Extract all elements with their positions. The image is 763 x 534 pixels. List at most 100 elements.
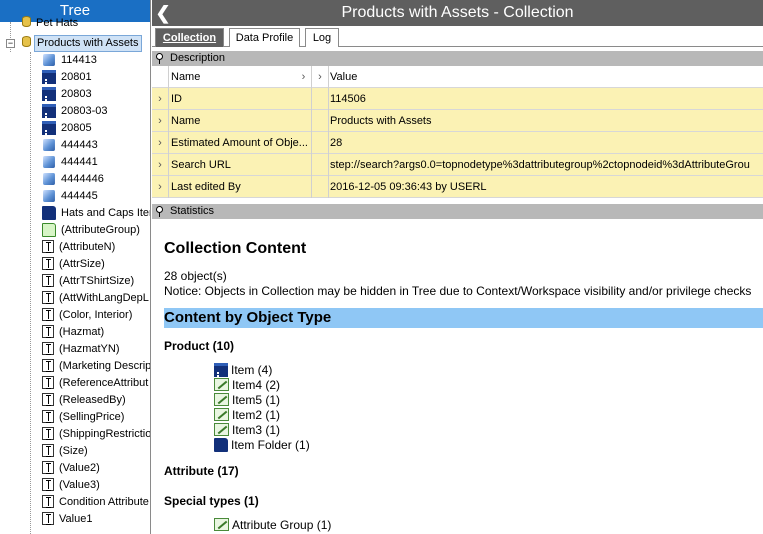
tree-item[interactable]: (AttrTShirtSize) bbox=[42, 273, 136, 290]
product-type-item[interactable]: Item5 (1) bbox=[214, 393, 280, 408]
cube-icon bbox=[43, 156, 55, 168]
table-row[interactable]: › Estimated Amount of Obje... 28 bbox=[152, 132, 763, 154]
tree-item[interactable]: (AttributeGroup) bbox=[42, 222, 142, 239]
row-expander-icon[interactable]: › bbox=[152, 88, 169, 110]
tree-item-label: Products with Assets bbox=[34, 35, 142, 52]
tree-item-label: (Marketing Descrip bbox=[59, 360, 151, 372]
tree-item[interactable]: 20803 bbox=[42, 86, 94, 103]
attribute-icon bbox=[42, 393, 54, 406]
tree-item-products-with-assets[interactable]: Products with Assets bbox=[22, 35, 142, 52]
back-button[interactable]: ❮ bbox=[152, 0, 174, 26]
tree-item[interactable]: (Size) bbox=[42, 443, 90, 460]
tree-item[interactable]: (Value2) bbox=[42, 460, 102, 477]
tree-item-pet-hats[interactable]: Pet Hats bbox=[22, 15, 80, 32]
tree-item[interactable]: (AttrSize) bbox=[42, 256, 107, 273]
tree-item[interactable]: Condition Attribute bbox=[42, 494, 150, 511]
tree-item-label: Condition Attribute bbox=[59, 496, 149, 508]
tree-item-label: 20803-03 bbox=[61, 105, 108, 117]
tree-item-label: Value1 bbox=[59, 513, 93, 525]
tree-item[interactable]: 20801 bbox=[42, 69, 94, 86]
tree-item[interactable]: 444441 bbox=[42, 154, 100, 171]
tree-item[interactable]: (AttributeN) bbox=[42, 239, 117, 256]
pin-icon[interactable] bbox=[156, 53, 163, 64]
cube-icon bbox=[43, 173, 55, 185]
tree-item-label: (Color, Interior) bbox=[59, 309, 133, 321]
column-header-name[interactable]: Name bbox=[169, 66, 312, 88]
tree-item[interactable]: (SellingPrice) bbox=[42, 409, 126, 426]
cell-spacer bbox=[312, 110, 329, 132]
tree-item[interactable]: 20803-03 bbox=[42, 103, 110, 120]
folder-open-icon bbox=[42, 223, 56, 237]
table-row[interactable]: › ID 114506 bbox=[152, 88, 763, 110]
cell-spacer bbox=[312, 88, 329, 110]
row-expander-icon[interactable]: › bbox=[152, 154, 169, 176]
tree-item[interactable]: 444445 bbox=[42, 188, 100, 205]
tree-item[interactable]: (ShippingRestrictio bbox=[42, 426, 151, 443]
product-type-item[interactable]: Item4 (2) bbox=[214, 378, 280, 393]
product-type-item[interactable]: Item3 (1) bbox=[214, 423, 280, 438]
cell-spacer bbox=[312, 132, 329, 154]
column-sort-icon[interactable]: › bbox=[295, 66, 312, 88]
tree-item-label: Hats and Caps Iter bbox=[61, 207, 151, 219]
attribute-icon bbox=[42, 274, 54, 287]
folder-icon bbox=[42, 206, 56, 220]
tree-item-label: (HazmatYN) bbox=[59, 343, 120, 355]
table-row[interactable]: › Name Products with Assets bbox=[152, 110, 763, 132]
tree-item[interactable]: (ReferenceAttribut bbox=[42, 375, 150, 392]
row-expander-icon[interactable]: › bbox=[152, 132, 169, 154]
edit-icon bbox=[214, 393, 229, 406]
tree-expander-minus[interactable]: − bbox=[6, 39, 15, 48]
tree-item[interactable]: (ReleasedBy) bbox=[42, 392, 128, 409]
tree-item[interactable]: (AttWithLangDepL bbox=[42, 290, 150, 307]
tab-collection[interactable]: Collection bbox=[155, 28, 224, 47]
tree-item-label: (ShippingRestrictio bbox=[59, 428, 151, 440]
item-icon bbox=[42, 70, 56, 84]
table-row[interactable]: › Last edited By 2016-12-05 09:36:43 by … bbox=[152, 176, 763, 198]
cell-value[interactable]: 28 bbox=[329, 132, 763, 154]
cell-value[interactable]: step://search?args0.0=topnodetype%3dattr… bbox=[329, 154, 763, 176]
special-type-label: Attribute Group (1) bbox=[232, 518, 332, 532]
attribute-icon bbox=[42, 410, 54, 423]
cell-name: Name bbox=[169, 110, 312, 132]
cell-spacer bbox=[312, 154, 329, 176]
tab-data-profile[interactable]: Data Profile bbox=[229, 28, 300, 47]
product-type-item[interactable]: Item Folder (1) bbox=[214, 438, 310, 453]
cell-name: Estimated Amount of Obje... bbox=[169, 132, 312, 154]
attribute-icon bbox=[42, 359, 54, 372]
tree-item[interactable]: (Color, Interior) bbox=[42, 307, 134, 324]
column-header-value[interactable]: Value bbox=[329, 66, 763, 88]
collection-content-title: Collection Content bbox=[164, 240, 307, 257]
cell-value[interactable]: Products with Assets bbox=[329, 110, 763, 132]
product-type-item[interactable]: Item2 (1) bbox=[214, 408, 280, 423]
tree-item[interactable]: Value1 bbox=[42, 511, 94, 528]
item-icon bbox=[42, 104, 56, 118]
tree-item-label: (ReferenceAttribut bbox=[59, 377, 149, 389]
tree-item[interactable]: (Marketing Descrip bbox=[42, 358, 151, 375]
tab-log[interactable]: Log bbox=[305, 28, 339, 47]
tree-item[interactable]: 20805 bbox=[42, 120, 94, 137]
table-row[interactable]: › Search URL step://search?args0.0=topno… bbox=[152, 154, 763, 176]
tree-item[interactable]: Hats and Caps Iter bbox=[42, 205, 151, 222]
tree-item-label: (Value2) bbox=[59, 462, 100, 474]
tree-item[interactable]: 444443 bbox=[42, 137, 100, 154]
attribute-group-title: Attribute (17) bbox=[164, 464, 239, 478]
row-expander-icon[interactable]: › bbox=[152, 110, 169, 132]
tree-item-label: 444445 bbox=[61, 190, 98, 202]
description-section-bar[interactable]: Description bbox=[152, 51, 763, 66]
row-expander-icon[interactable]: › bbox=[152, 176, 169, 198]
statistics-section-bar[interactable]: Statistics bbox=[152, 204, 763, 219]
tree-item[interactable]: (Hazmat) bbox=[42, 324, 106, 341]
attribute-icon bbox=[42, 257, 54, 270]
tree-item[interactable]: (HazmatYN) bbox=[42, 341, 122, 358]
cell-value[interactable]: 114506 bbox=[329, 88, 763, 110]
pin-icon[interactable] bbox=[156, 206, 163, 217]
tree-item[interactable]: 114413 bbox=[42, 52, 99, 69]
product-type-item[interactable]: Item (4) bbox=[214, 363, 272, 378]
tree-item-label: (Size) bbox=[59, 445, 88, 457]
tree-item[interactable]: 4444446 bbox=[42, 171, 106, 188]
column-expander-icon[interactable]: › bbox=[312, 66, 329, 88]
tree-item[interactable]: (Value3) bbox=[42, 477, 102, 494]
special-type-item[interactable]: Attribute Group (1) bbox=[214, 518, 331, 533]
cell-value[interactable]: 2016-12-05 09:36:43 by USERL bbox=[329, 176, 763, 198]
product-type-label: Item3 (1) bbox=[232, 423, 281, 437]
